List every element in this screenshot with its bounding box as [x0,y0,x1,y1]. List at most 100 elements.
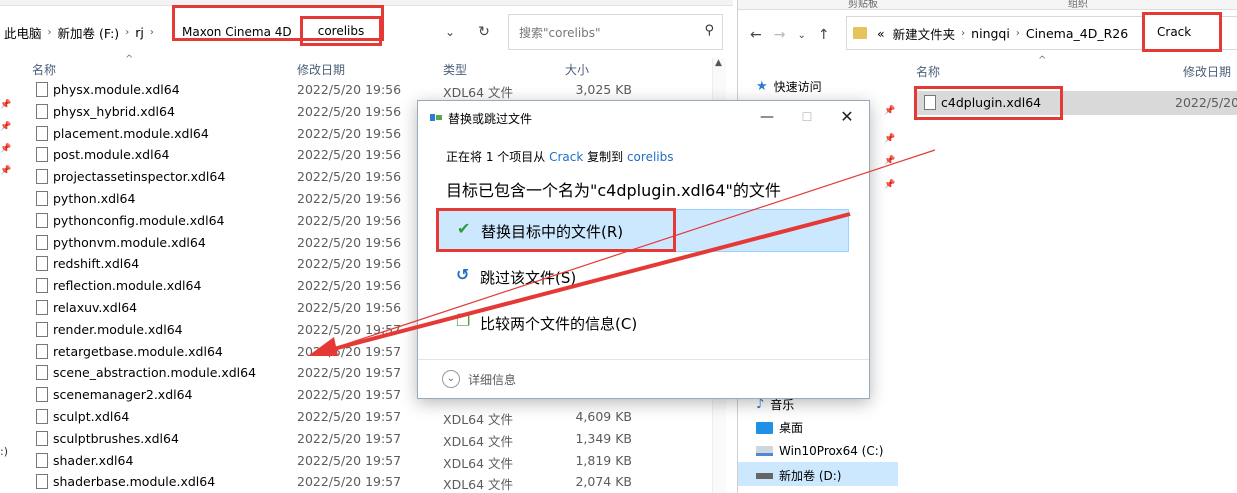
file-date: 2022/5/20 19:56 [297,191,402,206]
breadcrumb-this-pc[interactable]: 此电脑 [0,23,46,42]
file-size: 2,074 KB [575,474,632,490]
ribbon-organize[interactable]: 组织 [1068,0,1088,10]
divider [418,359,869,360]
refresh-icon[interactable]: ↻ [472,14,496,50]
skip-icon: ↺ [456,265,470,284]
recent-dropdown-icon[interactable]: ⌄ [797,30,805,41]
highlight-box [914,86,1063,120]
pin-icon: 📌 [884,134,896,144]
file-icon [36,82,48,97]
music-icon: ♪ [756,397,765,412]
file-icon [36,321,48,337]
nav-label: Win10Prox64 (C:) [779,444,884,458]
file-size: 1,349 KB [575,430,632,446]
file-name: projectassetinspector.xdl64 [53,169,226,185]
file-date: 2022/5/20 19:56 [297,234,402,250]
file-icon [36,452,48,468]
nav-pane-edge-text: :) [0,445,8,458]
breadcrumb-cinema-4d-r26[interactable]: Cinema_4D_R26 [1022,26,1132,41]
column-header: ^ 名称 修改日期 类型 大小 [0,54,720,80]
file-name: physx_hybrid.xdl64 [53,103,175,119]
ribbon: 剪贴板 组织 [738,0,1237,10]
file-row[interactable]: physx.module.xdl64 2022/5/20 19:56 XDL64 文… [0,79,720,101]
file-date: 2022/5/20 19:57 [297,365,402,381]
file-type: XDL64 文件 [443,455,514,471]
breadcrumb-new-folder[interactable]: 新建文件夹 [889,24,960,43]
replace-or-skip-dialog: 替换或跳过文件 — ☐ ✕ 正在将 1 个项目从 Crack 复制到 corel… [417,100,870,399]
chevron-right-icon: › [961,27,966,39]
details-toggle[interactable]: ⌄ 详细信息 [442,369,516,389]
column-name[interactable]: 名称 [32,61,56,78]
file-icon [36,169,48,185]
forward-arrow-icon[interactable]: → [774,27,786,43]
close-button[interactable]: ✕ [827,103,867,131]
column-name[interactable]: 名称 [916,63,940,80]
file-row[interactable]: sculptbrushes.xdl64 2022/5/20 19:57 XDL64 … [0,428,720,450]
pin-icon: 📌 [884,156,896,166]
nav-drive-d[interactable]: 新加卷 (D:) [756,467,841,484]
sort-caret-icon: ^ [1038,55,1047,66]
breadcrumb-rj[interactable]: rj [131,25,148,40]
nav-desktop[interactable]: 桌面 [756,419,803,436]
file-icon [36,300,48,315]
file-date: 2022/5/20 19:57 [297,387,402,403]
breadcrumb-ningqi[interactable]: ningqi [967,26,1014,41]
file-name: pythonconfig.module.xdl64 [53,212,225,228]
breadcrumb-overflow[interactable]: « [873,26,889,41]
file-icon [36,191,48,206]
file-size: 3,025 KB [575,82,632,97]
file-type: XDL64 文件 [443,433,514,449]
minimize-button[interactable]: — [747,103,787,131]
column-size[interactable]: 大小 [565,61,589,78]
pin-icon: 📌 [0,122,12,132]
file-name: sculptbrushes.xdl64 [53,430,179,446]
file-name: shader.xdl64 [53,452,134,468]
nav-buttons: ← → ⌄ ↑ [750,22,830,48]
chevron-down-icon[interactable]: ⌄ [440,14,460,50]
file-date: 2022/5/20 19:57 [297,474,402,490]
ribbon-clipboard[interactable]: 剪贴板 [848,0,878,10]
back-arrow-icon[interactable]: ← [750,27,762,43]
file-name: python.xdl64 [53,191,136,206]
nav-label: 新加卷 (D:) [779,469,842,483]
file-name: relaxuv.xdl64 [53,300,138,315]
skip-option-button[interactable]: ↺ 跳过该文件(S) [438,256,849,296]
desktop-icon [756,421,773,434]
file-row[interactable]: shaderbase.module.xdl64 2022/5/20 19:57 XD… [0,471,720,493]
copy-progress-text: 正在将 1 个项目从 Crack 复制到 corelibs [446,148,673,165]
file-row[interactable]: shader.xdl64 2022/5/20 19:57 XDL64 文件 1,819… [0,450,720,472]
nav-quick-access[interactable]: ★ 快速访问 [756,78,822,95]
file-icon [36,409,48,424]
compare-option-label: 比较两个文件的信息(C) [480,315,638,333]
details-label: 详细信息 [468,372,517,387]
dialog-titlebar[interactable]: 替换或跳过文件 — ☐ ✕ [418,101,869,133]
file-date: 2022/5/20 [1175,95,1237,110]
column-date[interactable]: 修改日期 [297,61,345,78]
file-icon [36,256,48,272]
file-name: post.module.xdl64 [53,147,170,163]
file-name: redshift.xdl64 [53,256,140,272]
breadcrumb-corelibs[interactable]: corelibs [300,16,382,46]
breadcrumb-drive-f[interactable]: 新加卷 (F:) [54,23,124,42]
conflict-headline: 目标已包含一个名为"c4dplugin.xdl64"的文件 [446,181,781,200]
file-row[interactable]: sculpt.xdl64 2022/5/20 19:57 XDL64 文件 4,609… [0,406,720,428]
drive-icon [756,446,773,456]
copy-source-link[interactable]: Crack [549,150,583,164]
file-date: 2022/5/20 19:57 [297,452,402,468]
search-input[interactable]: 搜索"corelibs" ⚲ [508,14,723,50]
compare-option-button[interactable]: ❐ 比较两个文件的信息(C) [438,302,849,342]
breadcrumb-maxon-cinema-4d[interactable]: Maxon Cinema 4D [182,14,292,50]
copy-files-icon [430,113,442,122]
breadcrumb-crack[interactable]: Crack [1142,12,1222,52]
up-arrow-icon[interactable]: ↑ [818,27,830,43]
copy-target-link[interactable]: corelibs [627,150,674,164]
file-name: pythonvm.module.xdl64 [53,234,206,250]
maximize-button[interactable]: ☐ [787,103,827,131]
file-date: 2022/5/20 19:56 [297,256,402,272]
column-type[interactable]: 类型 [443,61,467,78]
column-date[interactable]: 修改日期 [1183,63,1231,80]
scroll-up-icon[interactable]: ▲ [715,58,722,68]
file-type: XDL64 文件 [443,412,514,427]
nav-drive-c[interactable]: Win10Prox64 (C:) [756,444,883,458]
file-name: scenemanager2.xdl64 [53,387,193,403]
